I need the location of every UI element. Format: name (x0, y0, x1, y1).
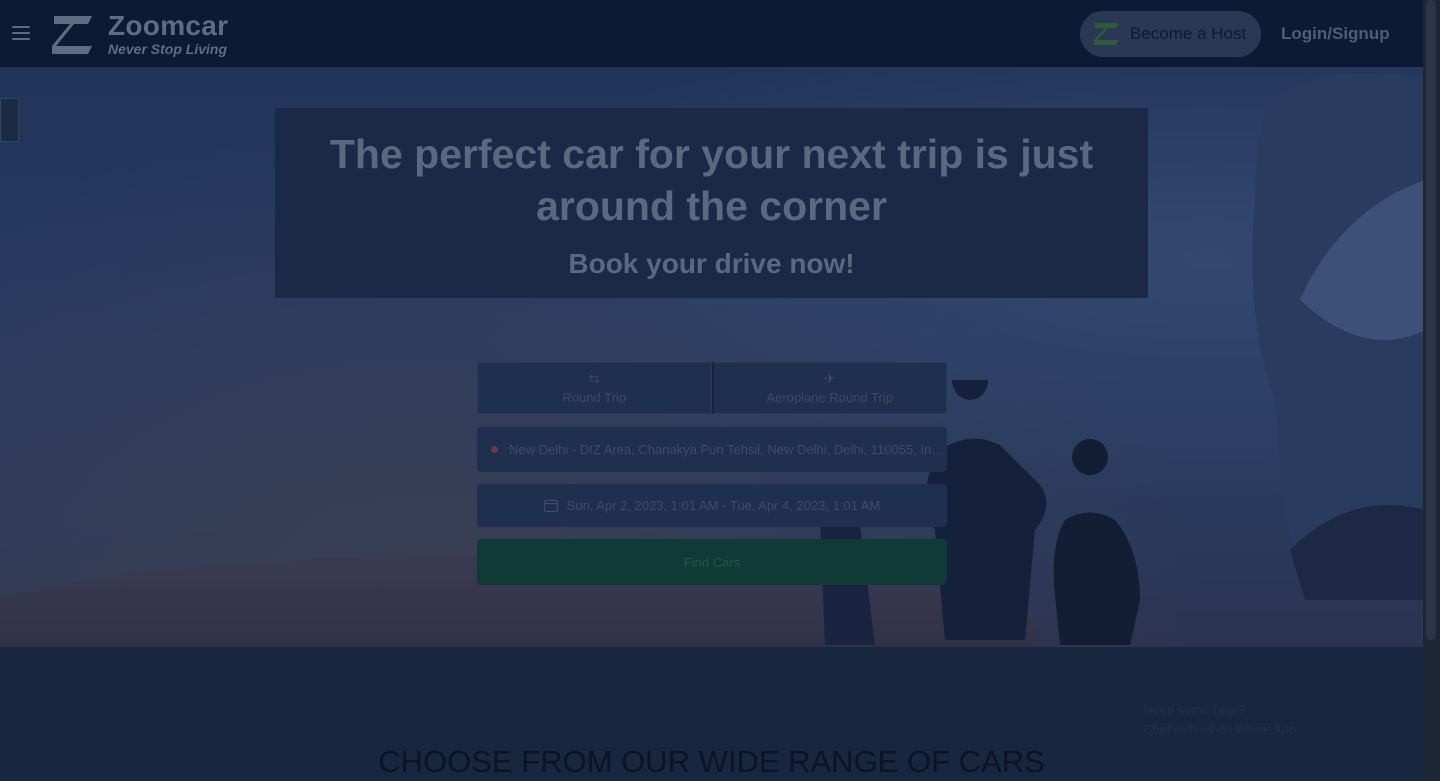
zoomcar-logo[interactable]: Zoomcar Never Stop Living (52, 12, 228, 56)
tab-aeroplane-round-trip-label: Aeroplane Round Trip (766, 389, 893, 405)
scrollbar-thumb[interactable] (1426, 0, 1436, 640)
brand-name: Zoomcar (108, 10, 229, 41)
login-signup-link[interactable]: Login/Signup (1281, 24, 1390, 44)
round-trip-icon: ⇆ (588, 370, 600, 386)
location-pin-icon (491, 446, 498, 453)
date-range-value: Sun, Apr 2, 2023, 1:01 AM - Tue, Apr 4, … (566, 498, 881, 513)
zoomcar-z-icon (1094, 23, 1119, 45)
find-cars-button[interactable]: Find Cars (477, 539, 947, 585)
section-title: CHOOSE FROM OUR WIDE RANGE OF CARS (378, 744, 1045, 779)
location-field[interactable]: New Delhi - DIZ Area, Chanakya Puri Tehs… (477, 427, 947, 472)
hero-subheadline: Book your drive now! (568, 248, 855, 279)
help-promo-line2: Chat with us on WhatsApp (1143, 722, 1297, 737)
tab-round-trip[interactable]: ⇆ Round Trip (477, 362, 712, 414)
calendar-icon (543, 499, 558, 512)
help-promo-line1: Need some help? (1143, 702, 1245, 717)
location-value: New Delhi - DIZ Area, Chanakya Puri Tehs… (509, 442, 945, 457)
tab-round-trip-label: Round Trip (562, 389, 627, 405)
brand-tagline: Never Stop Living (108, 41, 228, 57)
help-promo[interactable]: Need some help? Chat with us on WhatsApp (1143, 700, 1296, 740)
become-host-label: Become a Host (1130, 24, 1247, 43)
become-host-button[interactable]: Become a Host (1080, 11, 1261, 57)
car-image (1252, 73, 1423, 600)
trip-type-tabs: ⇆ Round Trip ✈ Aeroplane Round Trip (477, 362, 947, 414)
tab-aeroplane-round-trip[interactable]: ✈ Aeroplane Round Trip (711, 362, 947, 414)
date-range-field[interactable]: Sun, Apr 2, 2023, 1:01 AM - Tue, Apr 4, … (477, 484, 947, 527)
side-feedback-tab[interactable] (0, 98, 19, 142)
hamburger-menu-icon[interactable] (12, 26, 30, 40)
zoomcar-logo-icon (52, 16, 92, 54)
top-navigation-bar: Zoomcar Never Stop Living Become a Host … (0, 0, 1423, 67)
hero-headline: The perfect car for your next trip is ju… (329, 131, 1094, 229)
aeroplane-icon: ✈ (824, 370, 836, 386)
